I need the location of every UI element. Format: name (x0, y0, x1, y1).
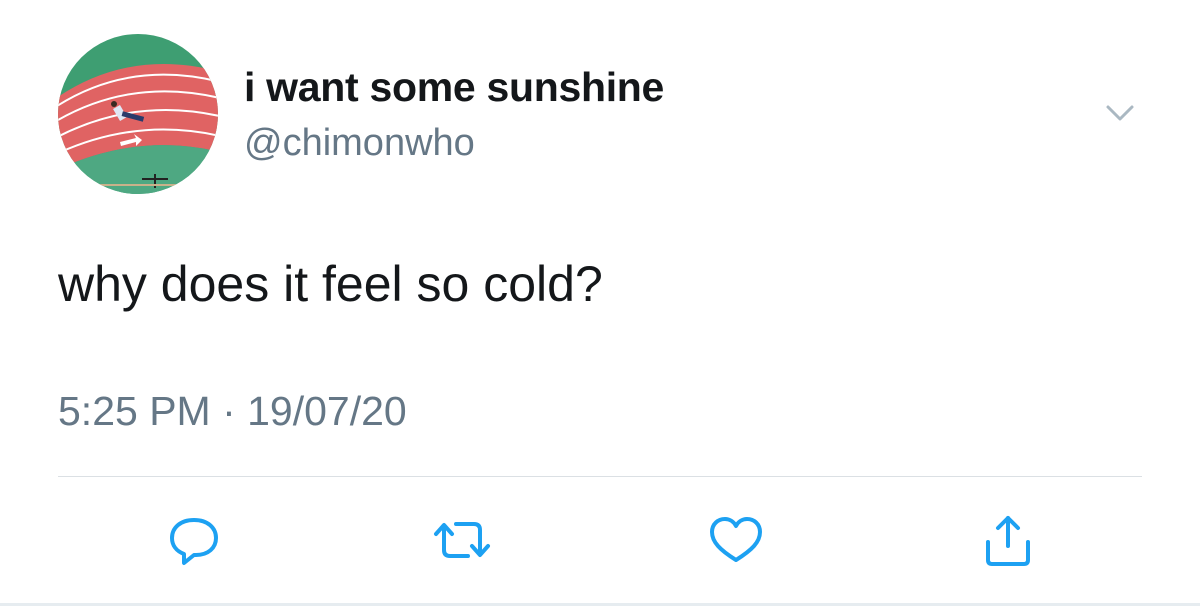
reply-icon (170, 518, 218, 565)
avatar[interactable] (58, 34, 218, 194)
tweet-card: i want some sunshine @chimonwho why does… (0, 0, 1200, 606)
user-handle[interactable]: @chimonwho (244, 122, 475, 165)
like-button[interactable] (704, 510, 768, 570)
display-name[interactable]: i want some sunshine (244, 64, 664, 111)
reply-button[interactable] (162, 510, 226, 570)
heart-icon (710, 517, 762, 562)
share-button[interactable] (976, 510, 1040, 570)
avatar-image (58, 34, 218, 194)
timestamp[interactable]: 5:25 PM · 19/07/20 (58, 388, 407, 435)
chevron-down-icon[interactable] (1100, 98, 1140, 128)
share-icon (986, 516, 1030, 566)
divider (58, 476, 1142, 477)
retweet-icon (434, 522, 490, 558)
tweet-text: why does it feel so cold? (58, 256, 603, 312)
retweet-button[interactable] (430, 510, 494, 570)
